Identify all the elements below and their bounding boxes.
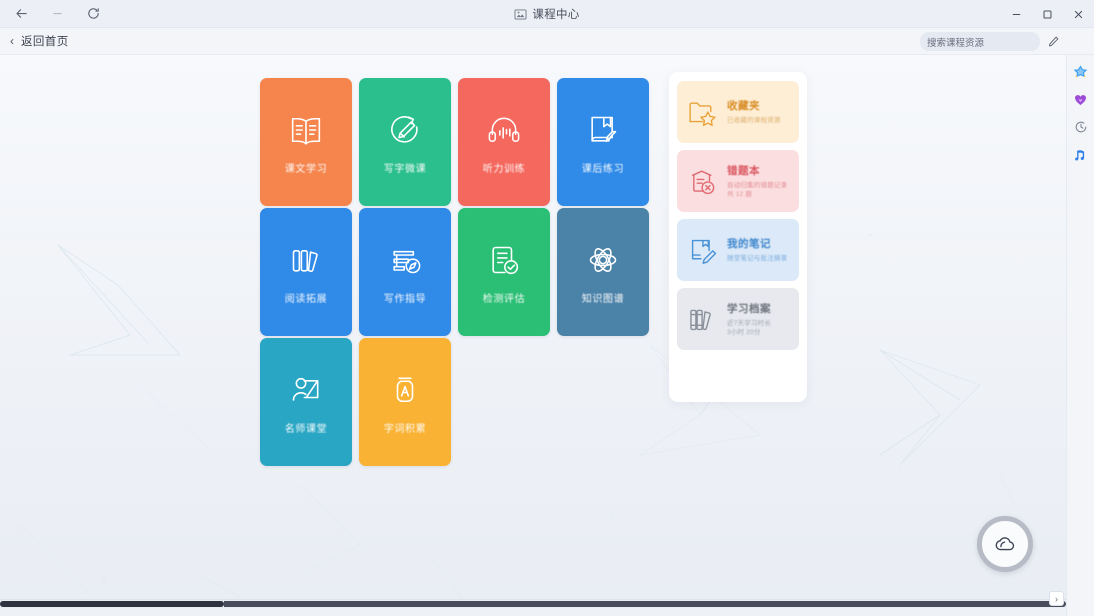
tile-teacher-classroom[interactable]: 名师课堂 <box>260 338 352 466</box>
pencil-circle-icon <box>391 115 418 143</box>
books-compass-icon <box>393 250 421 273</box>
book-pencil-icon <box>686 234 719 267</box>
card-text: 我的笔记 随堂笔记与批注摘录 <box>727 236 787 263</box>
card-title: 学习档案 <box>727 302 771 315</box>
tile-label: 名师课堂 <box>284 423 328 435</box>
cloud-sync-button[interactable] <box>977 516 1033 572</box>
card-study-record[interactable]: 学习档案 近7天学习时长 3小时 20分 <box>677 288 799 350</box>
tile-label: 写字微课 <box>383 163 427 175</box>
books-gray-icon <box>686 303 719 336</box>
window-controls <box>1001 0 1094 28</box>
subheader-right-group: 搜索课程资源 <box>920 28 1066 55</box>
tile-label: 写作指导 <box>383 293 427 305</box>
card-title: 收藏夹 <box>727 100 760 113</box>
open-book-icon <box>291 117 321 145</box>
card-title: 错题本 <box>727 164 760 177</box>
app-window: 课程中心 ‹ 返回首页 搜索课程资源 课文学习 写字微课 听力训练 课后练习 阅… <box>0 0 1094 616</box>
scroll-next-button[interactable]: › <box>1049 591 1064 606</box>
reload-icon[interactable] <box>84 5 102 23</box>
heart-diamond-icon[interactable] <box>1068 86 1094 112</box>
right-sidebar <box>1066 28 1094 616</box>
tile-handwriting-lesson[interactable]: 写字微课 <box>359 78 451 206</box>
module-tile-grid: 课文学习 写字微课 听力训练 课后练习 阅读拓展 写作指导 检测评估 知识图谱 … <box>260 78 649 466</box>
titlebar-nav-group <box>0 5 102 23</box>
forward-arrow-icon[interactable] <box>48 5 66 23</box>
scrollbar-track-filled[interactable] <box>224 601 1066 607</box>
sub-header-bar: ‹ 返回首页 搜索课程资源 <box>0 28 1094 55</box>
quick-access-panel: 收藏夹 已收藏的课程资源 错题本 自动归集的错题记录 共 12 题 我的笔记 随… <box>669 72 807 402</box>
folder-star-icon <box>686 96 719 129</box>
card-text: 收藏夹 已收藏的课程资源 <box>727 98 781 125</box>
tile-extended-reading[interactable]: 阅读拓展 <box>260 208 352 336</box>
tile-label: 课文学习 <box>284 163 328 175</box>
card-my-notes[interactable]: 我的笔记 随堂笔记与批注摘录 <box>677 219 799 281</box>
star-node-icon[interactable] <box>1068 58 1094 84</box>
atom-icon <box>589 247 617 272</box>
window-title: 课程中心 <box>532 9 580 21</box>
app-logo-icon <box>514 9 527 19</box>
tile-label: 阅读拓展 <box>284 293 328 305</box>
chevron-left-icon: ‹ <box>10 34 14 48</box>
tile-knowledge-graph[interactable]: 知识图谱 <box>557 208 649 336</box>
breadcrumb[interactable]: ‹ 返回首页 <box>0 33 69 49</box>
titlebar-title-group: 课程中心 <box>0 0 1094 28</box>
close-button[interactable] <box>1063 0 1094 28</box>
search-input[interactable]: 搜索课程资源 <box>920 32 1040 51</box>
tile-homework[interactable]: 课后练习 <box>557 78 649 206</box>
doc-error-icon <box>686 165 719 198</box>
maximize-button[interactable] <box>1032 0 1063 28</box>
book-pen-icon <box>591 116 617 142</box>
tile-vocabulary[interactable]: 字词积累 <box>359 338 451 466</box>
cloud-icon <box>995 537 1015 551</box>
headphones-wave-icon <box>488 117 520 142</box>
edit-pencil-icon[interactable] <box>1040 28 1066 55</box>
card-subtitle: 随堂笔记与批注摘录 <box>727 255 788 263</box>
tile-label: 知识图谱 <box>581 293 625 305</box>
card-mistake-book[interactable]: 错题本 自动归集的错题记录 共 12 题 <box>677 150 799 212</box>
clock-icon[interactable] <box>1068 114 1094 140</box>
card-subtitle: 已收藏的课程资源 <box>727 117 781 125</box>
tile-label: 字词积累 <box>383 423 427 435</box>
breadcrumb-label: 返回首页 <box>21 36 69 48</box>
minimize-button[interactable] <box>1001 0 1032 28</box>
doc-check-icon <box>492 246 519 274</box>
letter-a-jar-icon <box>396 377 414 402</box>
title-bar: 课程中心 <box>0 0 1094 28</box>
tile-listening-practice[interactable]: 听力训练 <box>458 78 550 206</box>
tile-label: 课后练习 <box>581 163 625 175</box>
card-title: 我的笔记 <box>727 238 771 251</box>
card-text: 错题本 自动归集的错题记录 共 12 题 <box>727 163 787 200</box>
back-arrow-icon[interactable] <box>12 5 30 23</box>
books-shelf-icon <box>292 249 318 272</box>
search-input-value: 搜索课程资源 <box>927 37 985 49</box>
card-subtitle: 自动归集的错题记录 共 12 题 <box>727 181 788 198</box>
tile-label: 听力训练 <box>482 163 526 175</box>
tile-assessment[interactable]: 检测评估 <box>458 208 550 336</box>
card-favorites[interactable]: 收藏夹 已收藏的课程资源 <box>677 81 799 143</box>
horizontal-scrollbar[interactable] <box>0 599 1066 608</box>
card-subtitle: 近7天学习时长 3小时 20分 <box>727 319 772 336</box>
main-canvas: 课文学习 写字微课 听力训练 课后练习 阅读拓展 写作指导 检测评估 知识图谱 … <box>0 55 1066 608</box>
tile-writing-guidance[interactable]: 写作指导 <box>359 208 451 336</box>
card-text: 学习档案 近7天学习时长 3小时 20分 <box>727 301 771 338</box>
scrollbar-thumb[interactable] <box>0 601 224 607</box>
tile-label: 检测评估 <box>482 293 526 305</box>
teacher-board-icon <box>292 377 319 401</box>
music-note-icon[interactable] <box>1068 142 1094 168</box>
tile-course-reading[interactable]: 课文学习 <box>260 78 352 206</box>
